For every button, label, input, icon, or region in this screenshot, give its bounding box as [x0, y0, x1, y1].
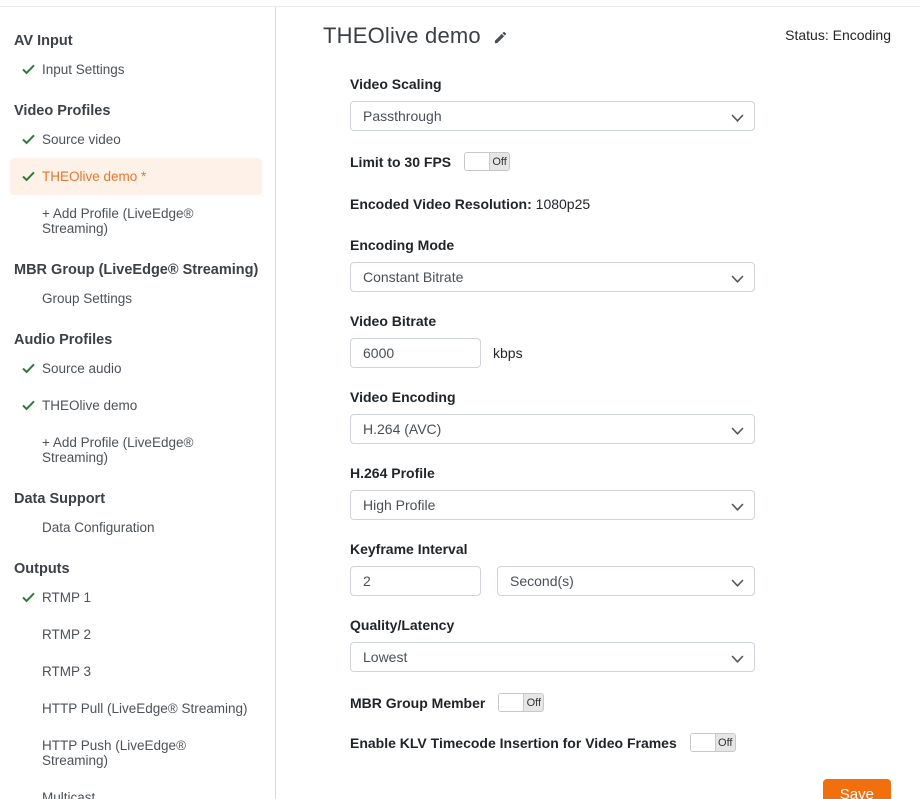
toggle-state-label: Off — [490, 153, 509, 170]
main-header: THEOlive demo Status: Encoding — [323, 23, 891, 49]
sidebar-header-audio-profiles: Audio Profiles — [14, 332, 275, 348]
status-text: Status: Encoding — [785, 23, 891, 43]
sidebar-item-group-settings[interactable]: Group Settings — [10, 280, 262, 317]
toggle-knob — [499, 694, 524, 711]
encoded-resolution-label: Encoded Video Resolution: — [350, 196, 532, 212]
sidebar-item-input-settings[interactable]: Input Settings — [10, 51, 262, 88]
sidebar-item-rtmp-1[interactable]: RTMP 1 — [10, 579, 262, 616]
toggle-knob — [465, 153, 490, 170]
sidebar-item-label: + Add Profile (LiveEdge® Streaming) — [42, 206, 250, 236]
mbr-group-member-group: MBR Group Member Off — [350, 693, 755, 712]
sidebar-item-http-pull[interactable]: HTTP Pull (LiveEdge® Streaming) — [10, 690, 262, 727]
sidebar-item-rtmp-3[interactable]: RTMP 3 — [10, 653, 262, 690]
video-scaling-group: Video Scaling Passthrough — [350, 76, 755, 131]
main-content: THEOlive demo Status: Encoding Video Sca… — [276, 7, 920, 799]
check-icon — [22, 171, 42, 182]
sidebar-item-label: Source video — [42, 132, 121, 147]
page-title: THEOlive demo — [323, 23, 481, 49]
video-scaling-select[interactable]: Passthrough — [350, 101, 755, 131]
mbr-group-member-label: MBR Group Member — [350, 695, 485, 711]
sidebar-item-multicast[interactable]: Multicast — [10, 779, 262, 799]
sidebar-item-http-push[interactable]: HTTP Push (LiveEdge® Streaming) — [10, 727, 262, 779]
keyframe-interval-group: Keyframe Interval Second(s) — [350, 541, 755, 596]
save-button[interactable]: Save — [823, 779, 891, 799]
video-bitrate-group: Video Bitrate kbps — [350, 313, 755, 368]
sidebar-item-add-video-profile[interactable]: + Add Profile (LiveEdge® Streaming) — [10, 195, 262, 247]
quality-latency-group: Quality/Latency Lowest — [350, 617, 755, 672]
sidebar-header-video-profiles: Video Profiles — [14, 103, 275, 119]
save-row: Save — [323, 779, 891, 799]
sidebar-item-label: RTMP 2 — [42, 627, 91, 642]
sidebar-item-label: Data Configuration — [42, 520, 155, 535]
sidebar-item-label: HTTP Pull (LiveEdge® Streaming) — [42, 701, 248, 716]
encoded-resolution-value: 1080p25 — [536, 196, 591, 212]
video-bitrate-input[interactable] — [350, 338, 481, 368]
video-bitrate-unit: kbps — [493, 345, 523, 361]
sidebar-item-label: RTMP 1 — [42, 590, 91, 605]
sidebar-item-rtmp-2[interactable]: RTMP 2 — [10, 616, 262, 653]
toggle-state-label: Off — [524, 694, 543, 711]
encoded-resolution-line: Encoded Video Resolution: 1080p25 — [350, 196, 755, 212]
limit-fps-toggle[interactable]: Off — [464, 152, 510, 171]
mbr-group-member-toggle[interactable]: Off — [498, 693, 544, 712]
sidebar-item-label: + Add Profile (LiveEdge® Streaming) — [42, 435, 250, 465]
h264-profile-group: H.264 Profile High Profile — [350, 465, 755, 520]
h264-profile-label: H.264 Profile — [350, 465, 755, 481]
h264-profile-select[interactable]: High Profile — [350, 490, 755, 520]
sidebar-item-label: Input Settings — [42, 62, 125, 77]
klv-timecode-group: Enable KLV Timecode Insertion for Video … — [350, 733, 755, 752]
sidebar: AV Input Input Settings Video Profiles S… — [0, 7, 276, 799]
quality-latency-select[interactable]: Lowest — [350, 642, 755, 672]
sidebar-item-data-configuration[interactable]: Data Configuration — [10, 509, 262, 546]
quality-latency-label: Quality/Latency — [350, 617, 755, 633]
sidebar-item-add-audio-profile[interactable]: + Add Profile (LiveEdge® Streaming) — [10, 424, 262, 476]
check-icon — [22, 592, 42, 603]
sidebar-header-data-support: Data Support — [14, 491, 275, 507]
limit-fps-group: Limit to 30 FPS Off — [350, 152, 755, 171]
toggle-state-label: Off — [716, 734, 735, 751]
toggle-knob — [691, 734, 716, 751]
video-scaling-label: Video Scaling — [350, 76, 755, 92]
edit-title-icon[interactable] — [493, 30, 508, 45]
check-icon — [22, 363, 42, 374]
sidebar-item-label: THEOlive demo — [42, 398, 137, 413]
sidebar-item-theolive-demo-audio[interactable]: THEOlive demo — [10, 387, 262, 424]
video-encoding-label: Video Encoding — [350, 389, 755, 405]
sidebar-header-mbr-group: MBR Group (LiveEdge® Streaming) — [14, 262, 275, 278]
encoding-mode-select[interactable]: Constant Bitrate — [350, 262, 755, 292]
klv-timecode-toggle[interactable]: Off — [690, 733, 736, 752]
check-icon — [22, 400, 42, 411]
sidebar-item-source-audio[interactable]: Source audio — [10, 350, 262, 387]
sidebar-item-source-video[interactable]: Source video — [10, 121, 262, 158]
video-bitrate-label: Video Bitrate — [350, 313, 755, 329]
check-icon — [22, 134, 42, 145]
sidebar-item-label: Source audio — [42, 361, 122, 376]
sidebar-item-label: Group Settings — [42, 291, 132, 306]
keyframe-interval-input[interactable] — [350, 566, 481, 596]
video-encoding-group: Video Encoding H.264 (AVC) — [350, 389, 755, 444]
encoding-mode-label: Encoding Mode — [350, 237, 755, 253]
sidebar-header-outputs: Outputs — [14, 561, 275, 577]
klv-timecode-label: Enable KLV Timecode Insertion for Video … — [350, 735, 677, 751]
keyframe-interval-label: Keyframe Interval — [350, 541, 755, 557]
app-window: AV Input Input Settings Video Profiles S… — [0, 6, 920, 799]
limit-fps-label: Limit to 30 FPS — [350, 154, 451, 170]
sidebar-item-label: Multicast — [42, 790, 95, 799]
keyframe-unit-select[interactable]: Second(s) — [497, 566, 755, 596]
sidebar-item-label: RTMP 3 — [42, 664, 91, 679]
settings-form: Video Scaling Passthrough Limit to 30 FP… — [350, 76, 755, 752]
sidebar-header-av-input: AV Input — [14, 33, 275, 49]
sidebar-item-label: THEOlive demo * — [42, 169, 146, 184]
sidebar-item-theolive-demo-video[interactable]: THEOlive demo * — [10, 158, 262, 195]
video-encoding-select[interactable]: H.264 (AVC) — [350, 414, 755, 444]
encoding-mode-group: Encoding Mode Constant Bitrate — [350, 237, 755, 292]
sidebar-item-label: HTTP Push (LiveEdge® Streaming) — [42, 738, 250, 768]
check-icon — [22, 64, 42, 75]
